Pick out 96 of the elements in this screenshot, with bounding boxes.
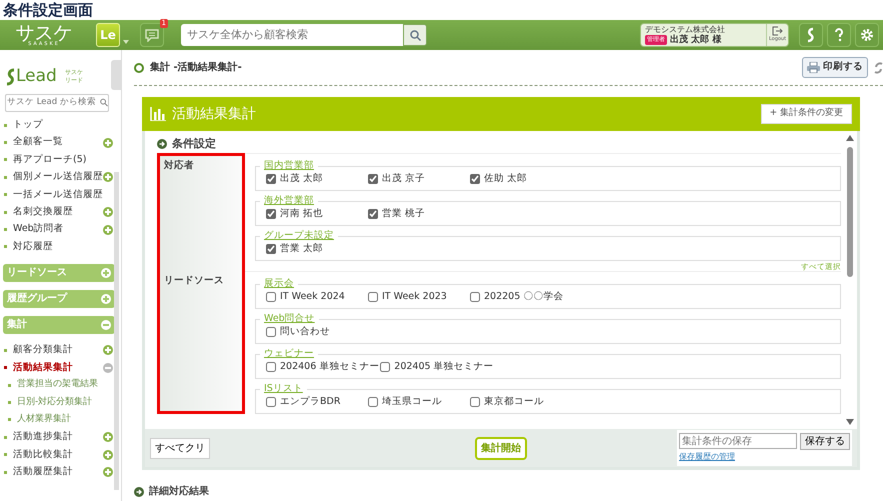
refresh-icon[interactable] [874,60,883,74]
search-icon [100,98,108,107]
criteria-label: リードソース [157,271,245,414]
expand-icon[interactable] [103,138,113,148]
expand-icon[interactable] [103,450,113,460]
clear-all-button[interactable]: すべてクリ [150,438,210,458]
logout-icon [772,26,783,36]
sidebar-item[interactable]: 顧客分類集計 [13,343,103,358]
option-label: 埼玉県コール [382,396,442,408]
checkbox[interactable] [266,244,276,254]
help-icon [832,27,846,43]
printer-icon [807,62,820,73]
breadcrumb-title: 集計 -活動結果集計- [150,60,242,75]
sidebar-item[interactable]: 個別メール送信履歴 [13,170,103,184]
expand-icon[interactable] [103,224,113,235]
print-button[interactable]: 印刷する [802,57,868,78]
checkbox[interactable] [266,174,276,184]
search-field[interactable]: サスケ全体から顧客検索 [181,24,403,46]
checkbox[interactable] [266,397,276,407]
settings-icon [860,27,874,43]
expand-icon[interactable] [101,294,111,304]
option-label: 出茂 太郎 [280,173,324,185]
scrollbar[interactable] [845,133,855,427]
help-button[interactable] [827,23,851,47]
message-icon [145,28,159,42]
option-label: 202406 単独セミナー [280,361,380,373]
lead-logo: Lead [6,64,57,90]
option-label: 営業 太郎 [280,243,324,255]
sidebar-item[interactable]: 対応履歴 [13,240,113,254]
checkbox[interactable] [380,362,390,372]
save-name-field[interactable]: 集計条件の保存 [679,433,797,449]
sidebar-item[interactable]: 再アプローチ(5) [13,152,113,168]
option-label: エンプラBDR [280,396,340,408]
search-button[interactable] [403,24,427,46]
option-label: IT Week 2023 [382,291,447,303]
sidebar-item[interactable]: トップ [13,118,113,132]
history-link[interactable]: 保存履歴の管理 [679,451,850,463]
option-label: 東京都コール [484,396,544,408]
section-heading: 詳細対応結果 [149,484,209,499]
sidebar-scrollbar[interactable] [114,172,119,490]
criteria-label: 対応者 [157,153,245,271]
section-heading: 条件設定 [172,136,216,152]
expand-icon[interactable] [103,432,113,442]
panel-title: 活動結果集計 [172,104,256,124]
option-label: 202405 単独セミナー [394,361,494,373]
sidebar-item[interactable]: 活動履歴集計 [13,464,103,480]
collapse-icon[interactable] [103,362,113,373]
sidebar-item[interactable]: 活動進捗集計 [13,430,103,444]
expand-icon[interactable] [103,172,113,182]
checkbox[interactable] [470,174,480,184]
checkbox[interactable] [368,209,378,219]
sidebar-search-field[interactable]: サスケ Lead から検索 [5,94,109,112]
option-label: 河南 拓也 [280,208,324,220]
bullet-icon [134,62,144,72]
expand-icon[interactable] [101,268,111,278]
checkbox[interactable] [266,362,276,372]
sidebar-item[interactable]: Web訪問者 [13,222,103,237]
sidebar-item[interactable]: 人材業界集計 [17,413,113,427]
collapse-icon[interactable] [101,320,111,330]
caret-icon[interactable] [123,40,129,44]
checkbox[interactable] [368,397,378,407]
sidebar-item[interactable]: 全顧客一覧 [13,135,103,150]
checkbox[interactable] [266,292,276,302]
sidebar-item[interactable]: 活動比較集計 [13,448,103,462]
s-logo-icon [6,68,16,86]
sidebar-item[interactable]: 活動結果集計 [13,360,103,375]
sidebar-item[interactable]: 営業担当の架電結果 [17,378,113,392]
company-name: デモシステム株式会社 [645,25,726,34]
option-label: 出茂 京子 [382,173,426,185]
checkbox[interactable] [266,327,276,337]
change-criteria-button[interactable]: + 集計条件の変更 [760,104,852,124]
settings-button[interactable] [855,23,879,47]
sidebar-item[interactable]: 日別-対応分類集計 [17,396,113,410]
option-label: 202205 〇〇学会 [484,291,564,303]
s-logo-button[interactable] [799,23,823,47]
page-title: 条件設定画面 [2,0,94,20]
option-label: IT Week 2024 [280,291,345,303]
checkbox[interactable] [470,292,480,302]
option-label: 問い合わせ [280,326,330,338]
bar-chart-icon [150,107,166,121]
arrow-circle-icon [157,139,167,149]
option-label: 佐助 太郎 [484,173,528,185]
option-label: 営業 桃子 [382,208,426,220]
checkbox[interactable] [470,397,480,407]
checkbox[interactable] [368,174,378,184]
checkbox[interactable] [266,209,276,219]
sidebar-item[interactable]: 名刺交換履歴 [13,205,103,220]
save-button[interactable]: 保存する [800,433,850,450]
expand-icon[interactable] [103,467,113,478]
expand-icon[interactable] [103,345,113,356]
checkbox[interactable] [368,292,378,302]
search-icon [410,30,420,40]
sidebar-item[interactable]: 一括メール送信履歴 [13,188,113,202]
user-name: 出茂 太郎 様 [670,35,722,45]
expand-icon[interactable] [103,207,113,218]
arrow-circle-icon [134,486,144,496]
